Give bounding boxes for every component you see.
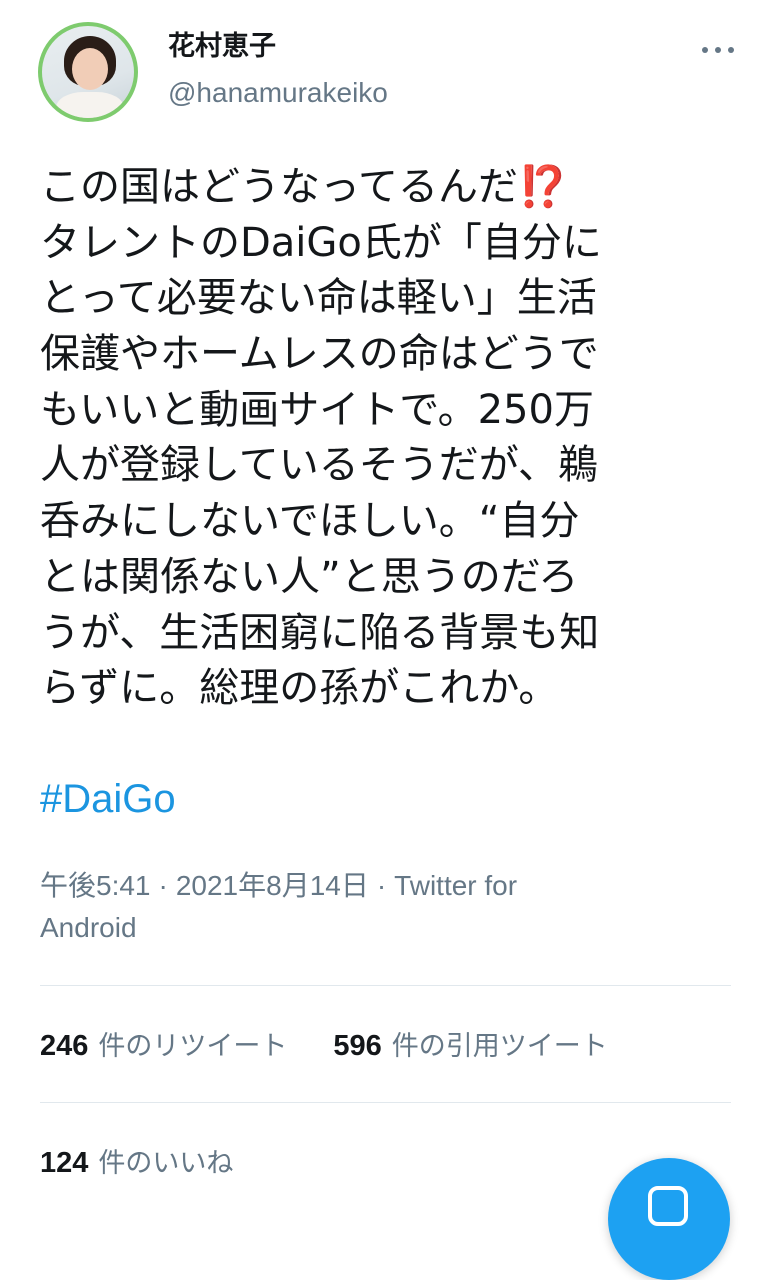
tweet-line: らずに。総理の孫がこれか。 [40, 665, 559, 712]
tweet-source-continued[interactable]: Android [40, 912, 137, 943]
tweet-line: タレントのDaiGo氏が「自分に [40, 219, 602, 266]
more-horizontal-icon-dot [728, 47, 734, 53]
tweet-date[interactable]: 2021年8月14日 [176, 870, 369, 901]
tweet-line: もいいと動画サイトで。250万 [40, 386, 594, 433]
quote-tweet-label: 件の引用ツイート [391, 1030, 608, 1062]
hashtag-link[interactable]: #DaiGo [40, 771, 176, 827]
retweet-label: 件のリツイート [98, 1030, 288, 1062]
meta-separator: · [158, 870, 168, 901]
divider [40, 985, 731, 986]
tweet-line: 保護やホームレスの命はどうで [40, 331, 599, 378]
tweet-line: うが、生活困窮に陥る背景も知 [40, 609, 600, 656]
tweet-line-text: この国はどうなってるんだ [40, 164, 518, 210]
avatar[interactable] [38, 22, 138, 122]
tweet-metadata: 午後5:41 · 2021年8月14日 · Twitter for Android [40, 865, 730, 949]
like-count: 124 [40, 1146, 89, 1179]
more-horizontal-icon-dot [715, 47, 721, 53]
tweet-header: 花村恵子 @hanamurakeiko [0, 0, 771, 140]
tweet-source[interactable]: Twitter for [394, 870, 517, 901]
tweet-time[interactable]: 午後5:41 [40, 870, 151, 901]
user-handle[interactable]: @hanamurakeiko [168, 76, 388, 110]
more-horizontal-icon [702, 47, 708, 53]
tweet-line: 呑みにしないでほしい。“自分 [40, 498, 580, 545]
divider [40, 1102, 731, 1103]
tweet-line: この国はどうなってるんだ⁉️ [40, 160, 740, 216]
compose-tweet-button[interactable] [608, 1158, 730, 1280]
exclamation-question-emoji-icon: ⁉️ [518, 164, 568, 210]
like-count-link[interactable]: 124 件のいいね [40, 1141, 233, 1180]
meta-separator: · [376, 870, 387, 901]
display-name[interactable]: 花村恵子 [168, 30, 276, 64]
tweet-text: この国はどうなってるんだ⁉️ タレントのDaiGo氏が「自分に とって必要ない命… [40, 160, 740, 717]
retweet-count: 246 [40, 1029, 89, 1062]
engagement-stats: 246 件のリツイート 596 件の引用ツイート [40, 1013, 740, 1073]
tweet-line: 人が登録しているそうだが、鵜 [40, 442, 598, 489]
more-options-button[interactable] [690, 30, 746, 70]
avatar-face [72, 48, 108, 90]
tweet-line: とって必要ない命は軽い」生活 [40, 275, 597, 322]
like-label: 件のいいね [98, 1147, 234, 1179]
retweet-count-link[interactable]: 246 件のリツイート [40, 1024, 287, 1063]
tweet-line: とは関係ない人”と思うのだろ [40, 553, 579, 600]
quote-tweet-count-link[interactable]: 596 件の引用ツイート [333, 1024, 607, 1063]
quote-tweet-count: 596 [333, 1029, 382, 1062]
avatar-body [56, 92, 124, 118]
compose-icon [648, 1186, 688, 1226]
